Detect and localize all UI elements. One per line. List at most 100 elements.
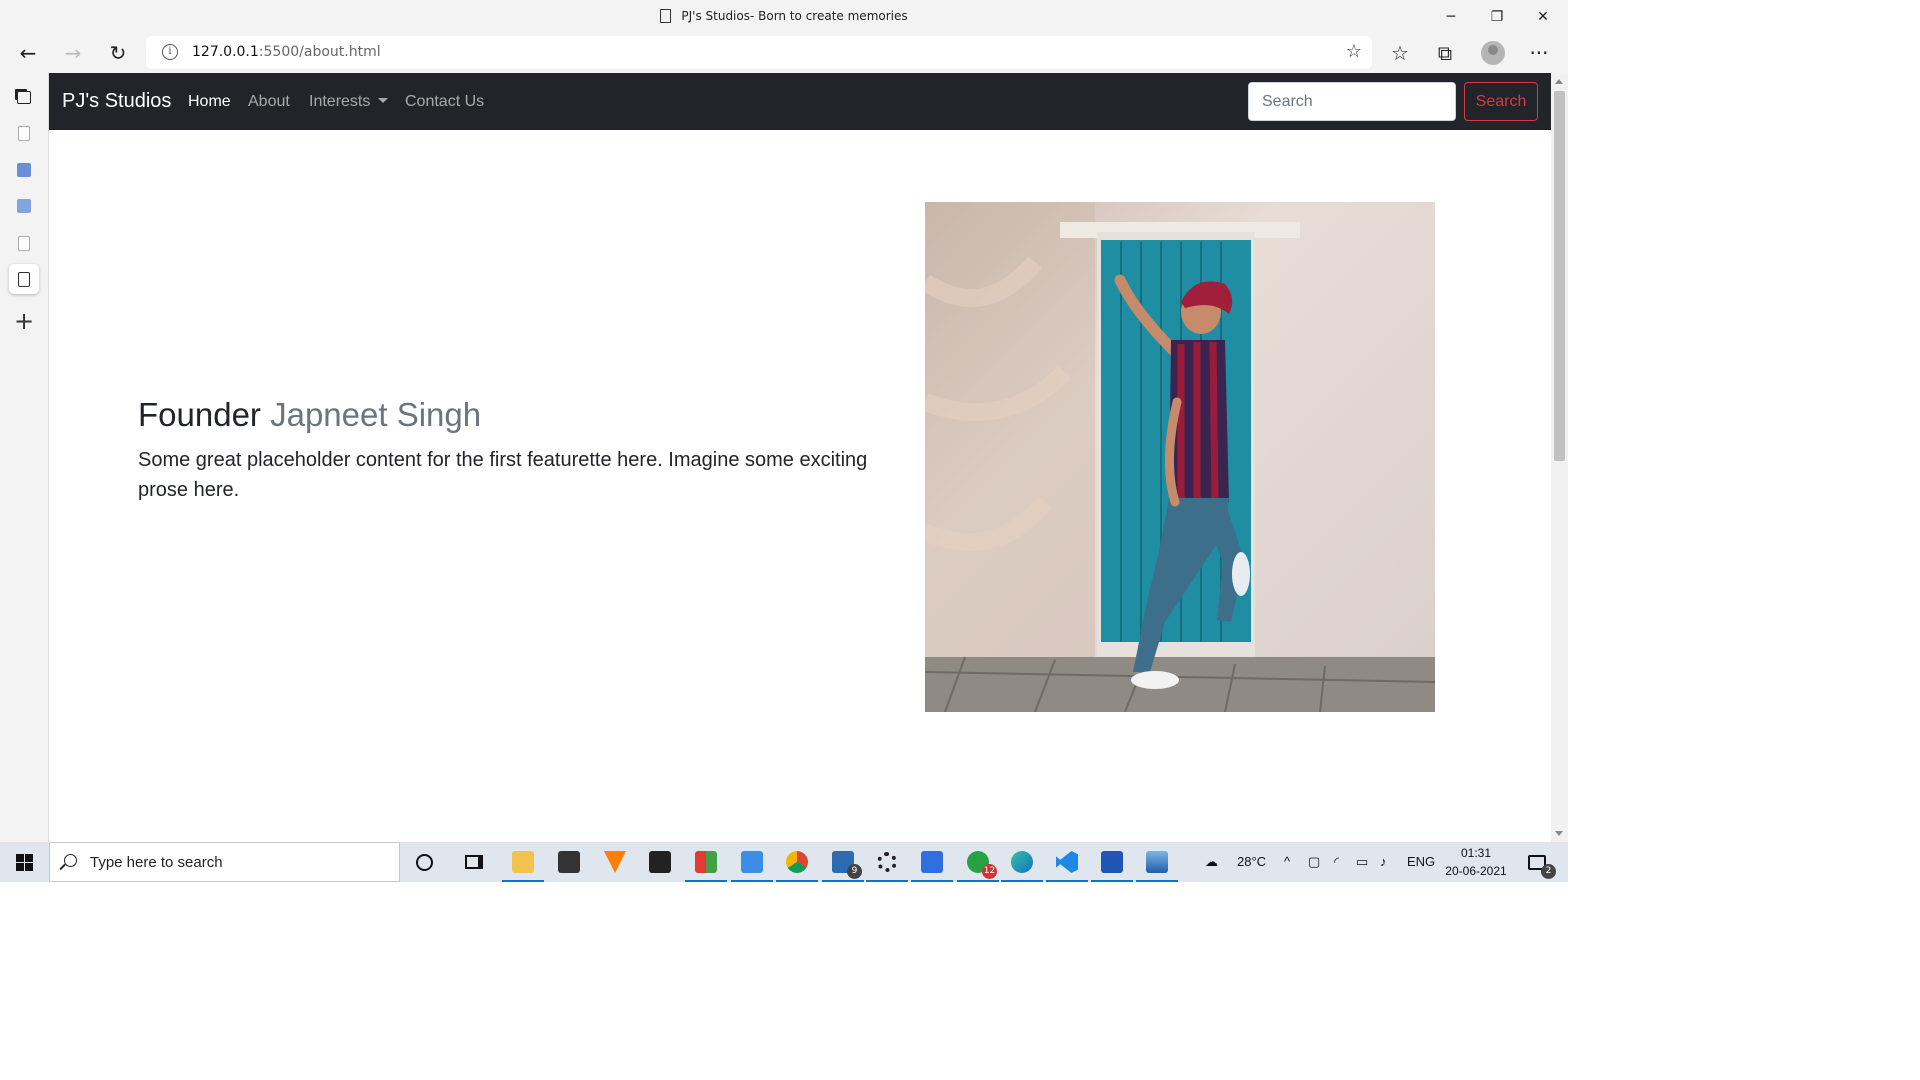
back-button[interactable]: ← <box>12 37 44 69</box>
cortana-button[interactable] <box>409 847 439 877</box>
meet-now-icon[interactable]: ▢ <box>1308 854 1320 870</box>
tabs-icon <box>17 90 31 104</box>
start-button[interactable] <box>0 842 49 882</box>
taskbar-search-box[interactable]: Type here to search <box>49 842 400 882</box>
language-indicator[interactable]: ENG <box>1407 854 1435 869</box>
volume-icon[interactable]: ♪ <box>1380 854 1387 869</box>
new-tab-button[interactable]: + <box>9 306 39 336</box>
notifications-button[interactable]: 2 <box>1522 847 1556 879</box>
taskbar-store[interactable] <box>554 847 584 877</box>
vlc-icon <box>604 851 626 873</box>
web-page: PJ's Studios Home About Interests Contac… <box>49 73 1551 842</box>
taskbar-clock[interactable]: 01:31 20-06-2021 <box>1440 844 1512 880</box>
taskbar-edge[interactable] <box>1001 847 1043 882</box>
vertical-tab[interactable] <box>9 118 39 148</box>
nav-about[interactable]: About <box>248 93 290 111</box>
search-icon <box>64 854 77 867</box>
photos-icon <box>1146 851 1168 873</box>
taskbar-search-placeholder: Type here to search <box>90 854 223 871</box>
weather-temp[interactable]: 28°C <box>1237 854 1266 869</box>
clock-date: 20-06-2021 <box>1445 864 1507 878</box>
vertical-tab-active[interactable] <box>9 264 39 294</box>
battery-icon[interactable]: ▭ <box>1356 854 1368 870</box>
sync-icon <box>741 851 763 873</box>
weather-icon[interactable]: ☁ <box>1205 854 1218 870</box>
taskbar-office[interactable] <box>685 847 727 882</box>
page-icon <box>18 125 30 141</box>
taskbar-file-explorer[interactable] <box>502 847 544 882</box>
taskbar-vlc[interactable] <box>600 847 630 877</box>
page-icon <box>18 271 30 287</box>
vscode-icon <box>1056 851 1078 873</box>
nav-home[interactable]: Home <box>188 93 231 111</box>
task-view-icon <box>465 855 483 869</box>
url-text[interactable]: 127.0.0.1:5500/about.html <box>192 44 381 60</box>
nav-contact[interactable]: Contact Us <box>405 93 484 111</box>
wifi-icon[interactable]: ◜ <box>1334 854 1339 870</box>
taskbar-mail[interactable]: 9 <box>822 847 864 882</box>
notification-badge: 2 <box>1541 864 1556 879</box>
forward-button[interactable]: → <box>57 37 89 69</box>
restore-button[interactable]: ❐ <box>1474 0 1520 33</box>
plus-icon: + <box>13 307 35 335</box>
taskbar-writer[interactable] <box>911 847 953 882</box>
vertical-tab[interactable] <box>9 228 39 258</box>
word-icon <box>1101 851 1123 873</box>
gear-icon <box>877 852 897 872</box>
featurette-lead: Some great placeholder content for the f… <box>138 449 868 501</box>
writer-icon <box>921 851 943 873</box>
office-icon <box>695 851 717 873</box>
taskbar-word[interactable] <box>1091 847 1133 882</box>
featurette-heading: Founder Japneet Singh <box>138 396 481 434</box>
page-scrollbar[interactable] <box>1551 73 1568 842</box>
site-navbar: PJ's Studios Home About Interests Contac… <box>49 73 1551 130</box>
tab-actions-button[interactable] <box>9 82 39 112</box>
window-title-text: PJ's Studios- Born to create memories <box>681 9 908 23</box>
clock-time: 01:31 <box>1460 846 1492 860</box>
vertical-tab[interactable] <box>9 191 39 221</box>
minimize-button[interactable]: ─ <box>1428 0 1474 33</box>
navbar-brand[interactable]: PJ's Studios <box>62 90 171 113</box>
taskbar-settings[interactable] <box>866 847 908 882</box>
taskbar-chrome[interactable] <box>776 847 818 882</box>
taskbar-sync[interactable] <box>731 847 773 882</box>
favorites-button[interactable]: ☆ <box>1384 37 1416 69</box>
whatsapp-badge: 12 <box>982 864 997 879</box>
vertical-tabs-sidebar: + <box>0 73 49 842</box>
scroll-up-icon[interactable] <box>1555 79 1563 84</box>
featurette-heading-main: Founder <box>138 396 261 433</box>
app-icon <box>649 851 671 873</box>
taskbar-photos[interactable] <box>1136 847 1178 882</box>
vertical-tab[interactable] <box>9 155 39 185</box>
taskbar-vscode[interactable] <box>1046 847 1088 882</box>
chrome-icon <box>786 851 808 873</box>
profile-avatar[interactable] <box>1481 41 1505 65</box>
contact-icon <box>17 163 31 177</box>
site-search-input[interactable] <box>1248 82 1456 121</box>
nav-interests-dropdown[interactable]: Interests <box>309 93 389 111</box>
reload-button[interactable]: ↻ <box>102 37 134 69</box>
site-search-button[interactable]: Search <box>1464 82 1538 121</box>
edge-icon <box>1011 851 1033 873</box>
taskbar-app-dark[interactable] <box>645 847 675 877</box>
founder-photo <box>925 202 1435 712</box>
url-host: 127.0.0.1 <box>192 44 259 60</box>
address-bar[interactable]: i 127.0.0.1:5500/about.html ☆ <box>146 36 1372 69</box>
add-favorite-icon[interactable]: ☆ <box>1346 41 1362 62</box>
close-button[interactable]: ✕ <box>1520 0 1566 33</box>
caret-down-icon <box>378 98 389 103</box>
scroll-down-icon[interactable] <box>1555 831 1563 836</box>
settings-more-button[interactable]: ··· <box>1523 37 1555 69</box>
windows-taskbar: Type here to search 9 12 ☁ 28°C ^ ▢ ◜ ▭ … <box>0 842 1568 882</box>
task-view-button[interactable] <box>459 847 489 877</box>
page-icon <box>660 9 672 23</box>
cortana-icon <box>415 853 433 871</box>
collections-button[interactable]: ⧉ <box>1429 37 1461 69</box>
tray-overflow-icon[interactable]: ^ <box>1284 854 1290 869</box>
document-icon <box>17 199 31 213</box>
taskbar-whatsapp[interactable]: 12 <box>957 847 999 882</box>
url-path: :5500/about.html <box>258 44 381 60</box>
mail-badge: 9 <box>847 864 862 879</box>
site-info-icon[interactable]: i <box>162 44 178 60</box>
scrollbar-thumb[interactable] <box>1554 91 1565 461</box>
